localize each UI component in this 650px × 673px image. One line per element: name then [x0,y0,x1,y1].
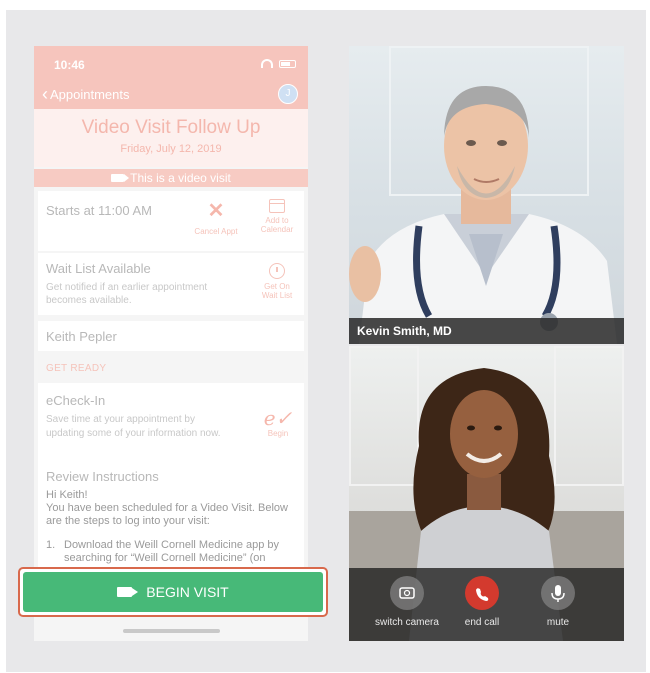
echeck-icon: e✓ [263,406,293,430]
wait-list-title: Wait List Available [46,261,151,276]
begin-visit-label: BEGIN VISIT [146,584,229,600]
home-indicator [123,629,220,633]
patient-name: Keith Pepler [46,329,117,344]
begin-visit-highlight: BEGIN VISIT [18,567,328,617]
alarm-clock-icon [269,263,285,279]
review-instructions-body: Hi Keith! You have been scheduled for a … [46,489,296,528]
begin-visit-button[interactable]: BEGIN VISIT [23,572,323,612]
step-text: Download the Weill Cornell Medicine app … [64,539,280,564]
get-on-label: Get On [264,282,290,291]
end-call-label: end call [464,617,500,628]
switch-camera-icon [390,576,424,610]
get-ready-heading: GET READY [46,363,107,374]
call-controls-bar: switch camera end call mute [349,568,624,641]
video-camera-icon [117,587,139,597]
end-call-button[interactable]: end call [442,576,522,628]
battery-icon [279,59,296,68]
echeck-in-title: eCheck-In [46,393,106,408]
appointment-date: Friday, July 12, 2019 [120,143,222,155]
mute-button[interactable]: mute [518,576,598,628]
review-greeting: Hi Keith! [46,489,88,501]
wait-list-card: Wait List Available Get notified if an e… [38,253,304,315]
cancel-appointment-button[interactable]: ✕ Cancel Appt [186,201,246,236]
close-icon: ✕ [207,200,225,222]
title-block: Video Visit Follow Up Friday, July 12, 2… [34,109,308,167]
doctor-name: Kevin Smith, MD [357,324,452,338]
status-icons [261,59,296,68]
echeck-in-description: Save time at your appointment by updatin… [46,414,221,439]
back-label: Appointments [50,86,130,102]
step-number: 1. [46,539,56,551]
doctor-portrait [349,86,617,344]
start-time-card: Starts at 11:00 AM ✕ Cancel Appt Add to … [38,191,304,251]
status-bar: 10:46 [34,46,308,82]
video-banner-text: This is a video visit [130,171,231,185]
wait-list-description: Get notified if an earlier appointment b… [46,282,208,306]
add-to-label: Add to [265,216,289,225]
patient-card[interactable]: Keith Pepler [38,321,304,351]
calendar-label: Calendar [260,225,294,234]
echeck-begin-label: Begin [267,429,289,438]
mute-label: mute [546,617,570,628]
instruction-step: 1. Download the Weill Cornell Medicine a… [46,539,296,565]
start-time-label: Starts at 11:00 AM [46,203,152,218]
review-text: You have been scheduled for a Video Visi… [46,502,288,527]
video-visit-banner: This is a video visit [34,169,308,187]
back-button[interactable]: ‹ Appointments [42,84,130,104]
wait-list-label: Wait List [261,291,293,300]
end-call-icon [465,576,499,610]
doctor-video-feed: Kevin Smith, MD [349,46,624,344]
doctor-name-bar: Kevin Smith, MD [349,318,624,344]
avatar[interactable]: J [278,84,298,104]
status-time: 10:46 [54,58,85,72]
chevron-left-icon: ‹ [42,84,48,104]
wifi-icon [261,59,273,68]
phone-screen: 10:46 ‹ Appointments J Video Visit Follo… [34,46,308,641]
calendar-icon [269,199,285,213]
nav-bar: ‹ Appointments J [34,82,308,109]
cancel-label: Cancel Appt [194,227,238,236]
review-instructions-title: Review Instructions [46,469,159,484]
video-call-screen: Kevin Smith, MD switch camera end call m… [349,46,624,641]
echeck-in-card: eCheck-In Save time at your appointment … [38,383,304,569]
page-title: Video Visit Follow Up [81,117,261,138]
switch-camera-button[interactable]: switch camera [367,576,447,628]
switch-camera-label: switch camera [375,617,439,628]
video-camera-icon [111,173,130,182]
add-to-calendar-button[interactable]: Add to Calendar [254,199,300,234]
get-on-wait-list-button[interactable]: Get On Wait List [254,263,300,300]
microphone-icon [541,576,575,610]
echeck-in-begin-button[interactable]: e✓ Begin [258,407,298,438]
